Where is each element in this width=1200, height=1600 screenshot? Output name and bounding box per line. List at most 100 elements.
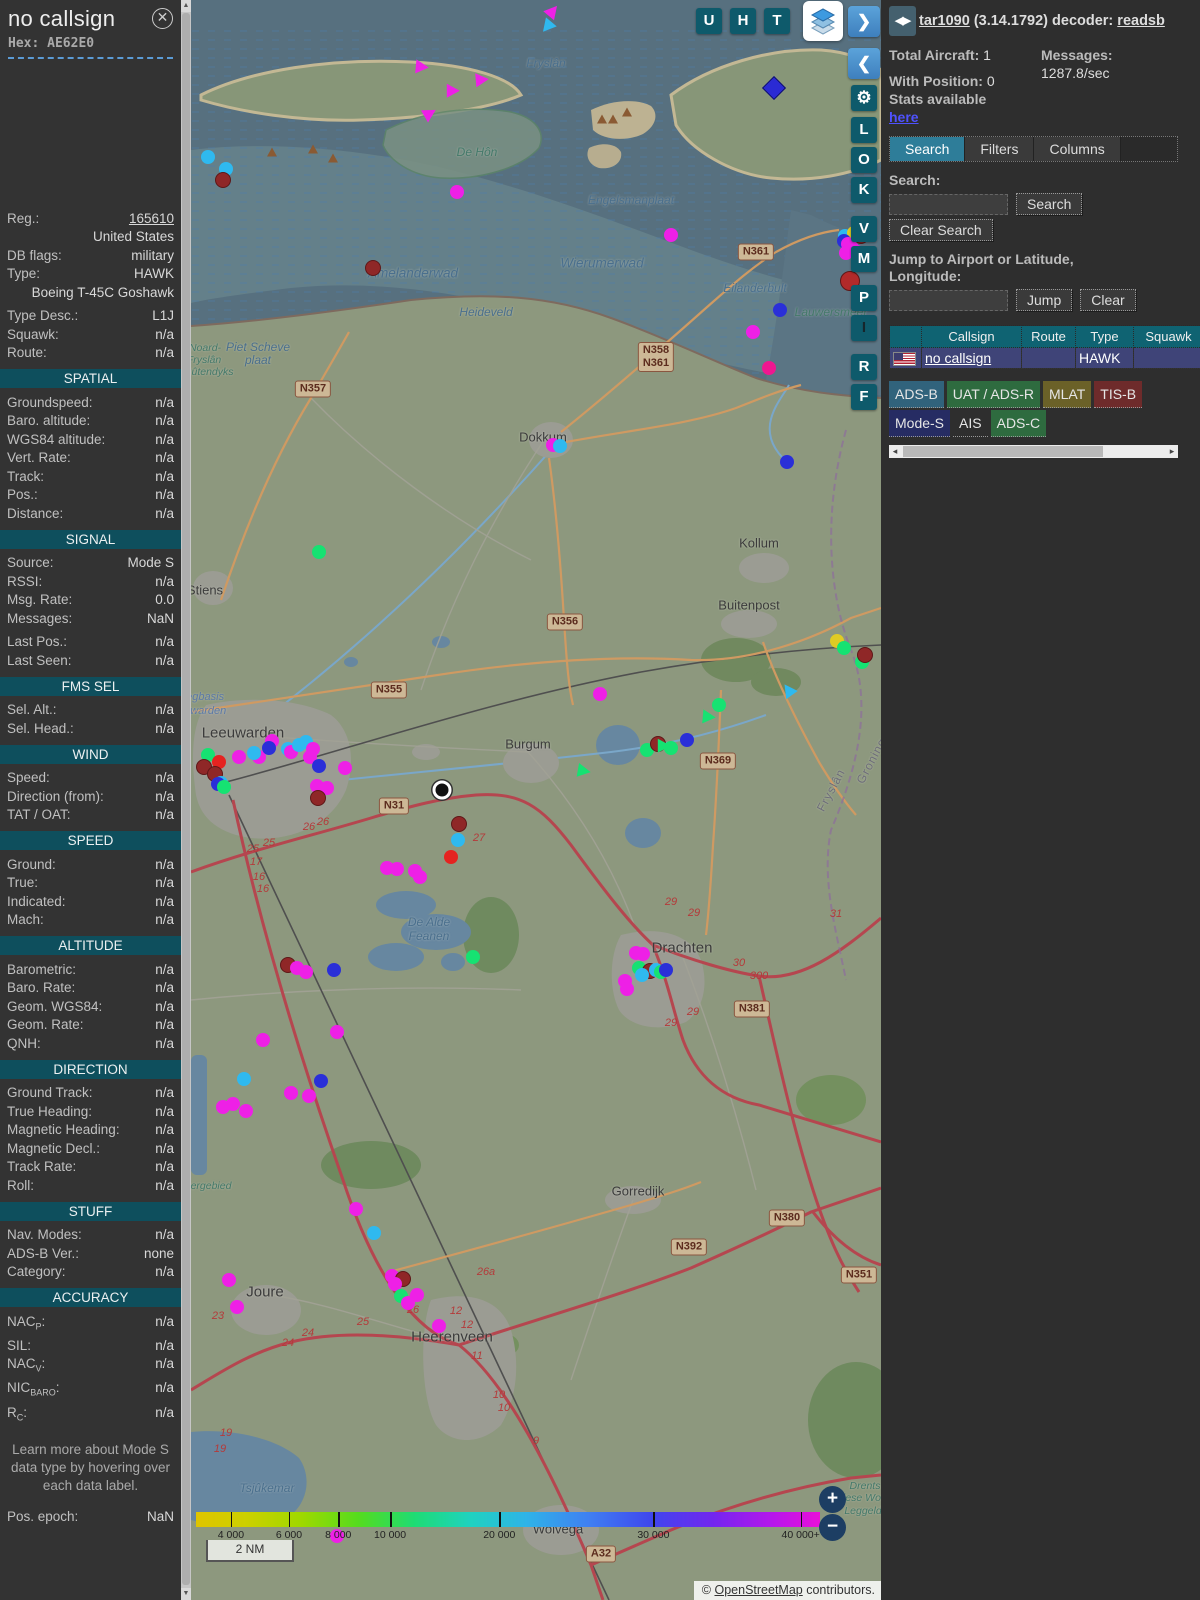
row-callsign[interactable]: no callsign bbox=[925, 350, 991, 366]
aircraft-dot[interactable] bbox=[780, 455, 794, 469]
hscroll-thumb[interactable] bbox=[903, 446, 1103, 458]
badge-ais[interactable]: AIS bbox=[953, 410, 988, 438]
aircraft-dot[interactable] bbox=[310, 790, 326, 806]
aircraft-arrow[interactable] bbox=[657, 738, 671, 753]
aircraft-dot[interactable] bbox=[746, 325, 760, 339]
aircraft-dot[interactable] bbox=[620, 982, 634, 996]
column-header[interactable]: Type bbox=[1075, 325, 1134, 348]
aircraft-dot[interactable] bbox=[401, 1296, 415, 1310]
aircraft-dot[interactable] bbox=[432, 1319, 446, 1333]
aircraft-arrow[interactable] bbox=[420, 103, 440, 123]
column-header[interactable]: Squawk bbox=[1133, 325, 1200, 348]
aircraft-dot[interactable] bbox=[327, 963, 341, 977]
aircraft-dot[interactable] bbox=[312, 759, 326, 773]
map-button-v[interactable]: V bbox=[851, 216, 877, 242]
map-canvas[interactable]: Fryslân De Hôn Engelsmanplaat Wierumerwad Am… bbox=[191, 0, 881, 1600]
map-button-i[interactable]: I bbox=[851, 315, 877, 341]
aircraft-dot[interactable] bbox=[773, 303, 787, 317]
aircraft-dot[interactable] bbox=[262, 741, 276, 755]
aircraft-dot[interactable] bbox=[232, 750, 246, 764]
app-title-link[interactable]: tar1090 bbox=[919, 13, 970, 29]
aircraft-dot[interactable] bbox=[451, 816, 467, 832]
sidebar-collapse-button[interactable]: ❮ bbox=[848, 48, 880, 79]
tab-columns[interactable]: Columns bbox=[1034, 137, 1121, 161]
aircraft-arrow[interactable] bbox=[475, 72, 490, 88]
map-button-k[interactable]: K bbox=[851, 177, 877, 203]
aircraft-dot[interactable] bbox=[222, 1273, 236, 1287]
aircraft-dot[interactable] bbox=[635, 968, 649, 982]
aircraft-dot[interactable] bbox=[215, 172, 231, 188]
aircraft-dot[interactable] bbox=[247, 746, 261, 760]
aircraft-dot[interactable] bbox=[365, 260, 381, 276]
tab-filters[interactable]: Filters bbox=[965, 137, 1035, 161]
aircraft-dot[interactable] bbox=[239, 1104, 253, 1118]
aircraft-dot[interactable] bbox=[680, 733, 694, 747]
search-input[interactable] bbox=[889, 193, 1008, 215]
panel-collapse-button[interactable]: ◀▶ bbox=[889, 6, 916, 36]
aircraft-dot[interactable] bbox=[349, 1202, 363, 1216]
osm-link[interactable]: OpenStreetMap bbox=[714, 1583, 802, 1597]
aircraft-dot[interactable] bbox=[284, 1086, 298, 1100]
column-header[interactable] bbox=[889, 325, 922, 348]
scroll-up-icon[interactable]: ▲ bbox=[181, 0, 191, 12]
aircraft-dot[interactable] bbox=[330, 1025, 344, 1039]
map-button-f[interactable]: F bbox=[851, 384, 877, 410]
aircraft-dot[interactable] bbox=[837, 641, 851, 655]
aircraft-dot[interactable] bbox=[216, 1100, 230, 1114]
aircraft-dot[interactable] bbox=[451, 833, 465, 847]
map-button-h[interactable]: H bbox=[730, 8, 756, 34]
badge-mlat[interactable]: MLAT bbox=[1042, 381, 1092, 409]
info-value[interactable]: 165610 bbox=[39, 211, 174, 227]
aircraft-dot[interactable] bbox=[367, 1226, 381, 1240]
aircraft-dot[interactable] bbox=[450, 185, 464, 199]
sidebar-expand-button[interactable]: ❯ bbox=[848, 6, 880, 37]
badge-ads-c[interactable]: ADS-C bbox=[990, 410, 1047, 438]
zoom-out-button[interactable]: − bbox=[819, 1514, 846, 1541]
aircraft-dot[interactable] bbox=[299, 965, 313, 979]
jump-button[interactable]: Jump bbox=[1016, 289, 1073, 311]
aircraft-dot[interactable] bbox=[237, 1072, 251, 1086]
badge-mode-s[interactable]: Mode-S bbox=[889, 410, 951, 438]
aircraft-dot[interactable] bbox=[302, 1089, 316, 1103]
badge-ads-b[interactable]: ADS-B bbox=[889, 381, 944, 409]
left-panel-scrollbar[interactable]: ▲ ▼ bbox=[181, 0, 191, 1600]
jump-input[interactable] bbox=[889, 289, 1008, 311]
aircraft-dot[interactable] bbox=[762, 361, 776, 375]
aircraft-dot[interactable] bbox=[390, 862, 404, 876]
aircraft-dot[interactable] bbox=[201, 150, 215, 164]
aircraft-arrow[interactable] bbox=[446, 83, 460, 98]
aircraft-diamond[interactable] bbox=[761, 75, 787, 101]
map-button-r[interactable]: R bbox=[851, 354, 877, 380]
layers-button[interactable] bbox=[803, 1, 843, 41]
aircraft-dot[interactable] bbox=[338, 761, 352, 775]
aircraft-dot[interactable] bbox=[466, 950, 480, 964]
map-button-m[interactable]: M bbox=[851, 246, 877, 272]
map-button-p[interactable]: P bbox=[851, 285, 877, 311]
scrollbar-thumb[interactable] bbox=[182, 13, 190, 1585]
hscroll-right-icon[interactable]: ▸ bbox=[1166, 445, 1178, 458]
map-button-l[interactable]: L bbox=[851, 117, 877, 143]
settings-gear-button[interactable]: ⚙ bbox=[851, 85, 877, 111]
aircraft-dot[interactable] bbox=[444, 850, 458, 864]
selected-aircraft-marker[interactable] bbox=[432, 780, 452, 800]
aircraft-dot[interactable] bbox=[230, 1300, 244, 1314]
aircraft-arrow[interactable] bbox=[576, 763, 592, 780]
scroll-down-icon[interactable]: ▼ bbox=[181, 1588, 191, 1600]
aircraft-dot[interactable] bbox=[664, 228, 678, 242]
badge-tis-b[interactable]: TIS-B bbox=[1094, 381, 1143, 409]
aircraft-dot[interactable] bbox=[857, 647, 873, 663]
hscroll-left-icon[interactable]: ◂ bbox=[889, 445, 901, 458]
aircraft-arrow[interactable] bbox=[778, 680, 798, 700]
decoder-link[interactable]: readsb bbox=[1117, 13, 1165, 29]
table-row[interactable]: no callsign HAWK ? bbox=[889, 346, 1200, 370]
aircraft-dot[interactable] bbox=[217, 780, 231, 794]
column-header[interactable]: Callsign bbox=[921, 325, 1022, 348]
stats-here-link[interactable]: here bbox=[889, 109, 919, 125]
aircraft-dot[interactable] bbox=[593, 687, 607, 701]
map-button-o[interactable]: O bbox=[851, 147, 877, 173]
aircraft-dot[interactable] bbox=[659, 963, 673, 977]
jump-clear-button[interactable]: Clear bbox=[1080, 289, 1136, 311]
zoom-in-button[interactable]: + bbox=[819, 1486, 846, 1513]
map-button-u[interactable]: U bbox=[696, 8, 722, 34]
aircraft-dot[interactable] bbox=[256, 1033, 270, 1047]
